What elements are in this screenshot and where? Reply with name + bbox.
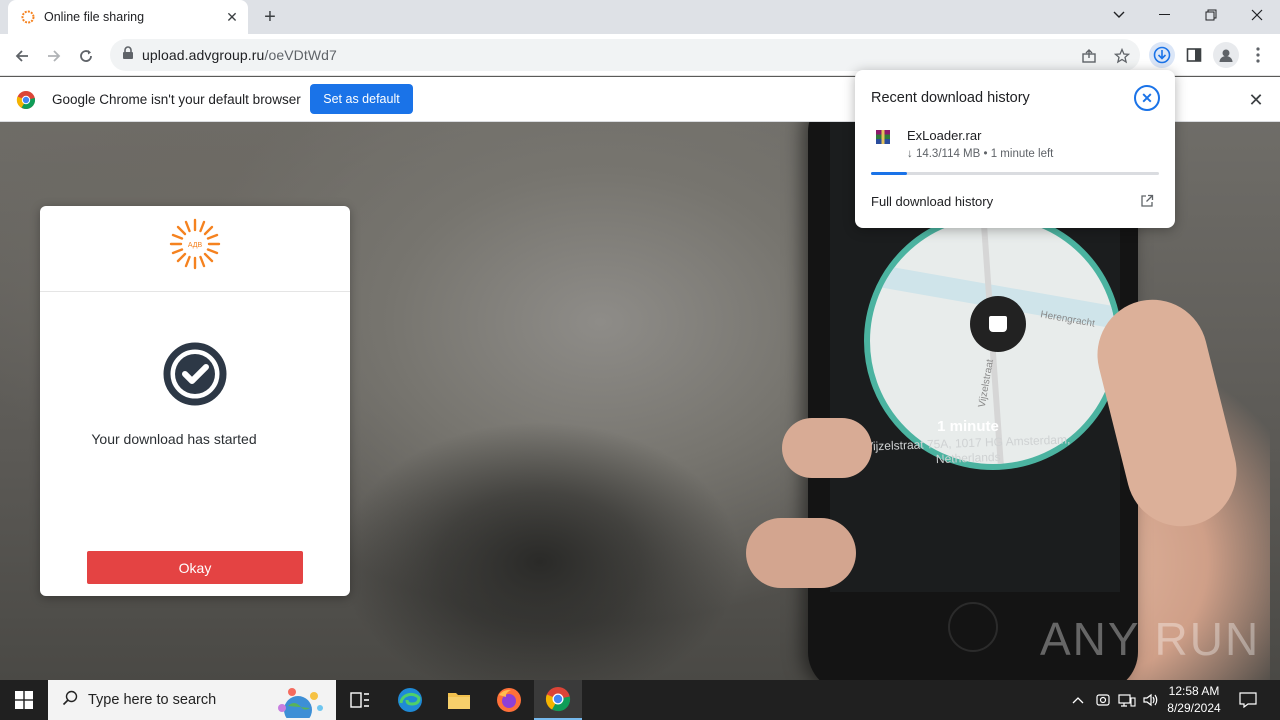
minimize-button[interactable] xyxy=(1142,0,1188,30)
file-explorer-icon[interactable] xyxy=(435,680,483,720)
windows-start-icon[interactable] xyxy=(0,680,48,720)
url-text: upload.advgroup.ru/oeVDtWd7 xyxy=(142,47,337,63)
tray-chevron-up-icon[interactable] xyxy=(1068,680,1088,720)
tab-search-chevron-icon[interactable] xyxy=(1096,0,1142,30)
lock-icon[interactable] xyxy=(122,45,134,65)
download-progress-fill xyxy=(871,172,907,175)
background-finger xyxy=(746,518,856,588)
taskbar-clock[interactable]: 12:58 AM 8/29/2024 xyxy=(1160,683,1228,717)
taskbar-search-box[interactable]: Type here to search xyxy=(48,680,336,720)
okay-button[interactable]: Okay xyxy=(87,551,303,584)
search-icon xyxy=(62,690,78,711)
infobar-message: Google Chrome isn't your default browser xyxy=(52,92,301,107)
download-file-status: ↓ 14.3/114 MB • 1 minute left xyxy=(907,148,1054,160)
tray-meet-icon[interactable] xyxy=(1092,680,1114,720)
download-bubble: Recent download history ✕ ExLoader.rar ↓… xyxy=(855,70,1175,228)
download-icon[interactable] xyxy=(1149,42,1175,68)
download-started-message: Your download has started xyxy=(91,431,257,447)
dialog-header: АДВ xyxy=(40,206,350,292)
close-window-button[interactable] xyxy=(1234,0,1280,30)
phone-home-button xyxy=(948,602,998,652)
back-button[interactable] xyxy=(8,42,36,70)
notification-center-icon[interactable] xyxy=(1234,680,1262,720)
network-icon[interactable] xyxy=(1116,680,1138,720)
check-circle-icon xyxy=(163,342,227,406)
set-as-default-button[interactable]: Set as default xyxy=(310,84,413,114)
search-highlight-earth-icon xyxy=(262,684,328,720)
open-in-new-icon[interactable] xyxy=(1140,194,1154,208)
browser-tab-active[interactable]: Online file sharing ✕ xyxy=(8,0,248,34)
infobar-close-icon[interactable]: ✕ xyxy=(1246,90,1266,110)
browser-titlebar: Online file sharing ✕ + xyxy=(0,0,1280,34)
adv-sun-logo-icon: АДВ xyxy=(168,217,222,271)
restore-button[interactable] xyxy=(1188,0,1234,30)
task-view-icon[interactable] xyxy=(336,680,384,720)
clock-date: 8/29/2024 xyxy=(1167,701,1221,715)
background-finger xyxy=(782,418,872,478)
shopping-bag-pin-icon xyxy=(970,296,1026,352)
download-started-dialog: АДВ Your download has started Okay xyxy=(40,206,350,596)
menu-kebab-icon[interactable] xyxy=(1245,42,1271,68)
download-bubble-close-icon[interactable]: ✕ xyxy=(1134,85,1160,111)
volume-icon[interactable] xyxy=(1140,680,1162,720)
bookmark-star-icon[interactable] xyxy=(1113,47,1131,65)
svg-text:АДВ: АДВ xyxy=(188,242,203,249)
clock-time: 12:58 AM xyxy=(1168,684,1220,698)
download-progress-bar xyxy=(871,172,1159,175)
address-bar[interactable]: upload.advgroup.ru/oeVDtWd7 xyxy=(110,39,1140,71)
profile-avatar-icon[interactable] xyxy=(1213,42,1239,68)
side-panel-icon[interactable] xyxy=(1181,42,1207,68)
anyrun-watermark: ANY RUN xyxy=(1040,613,1261,665)
chrome-logo-icon xyxy=(16,90,36,110)
windows-taskbar: Type here to search 12:58 AM 8/29/2024 xyxy=(0,680,1280,720)
chrome-taskbar-icon[interactable] xyxy=(534,680,582,720)
download-bubble-title: Recent download history xyxy=(871,90,1030,106)
sun-favicon-icon xyxy=(20,9,36,25)
full-download-history-link[interactable]: Full download history xyxy=(871,194,993,209)
firefox-icon[interactable] xyxy=(485,680,533,720)
reload-button[interactable] xyxy=(72,42,100,70)
share-icon[interactable] xyxy=(1080,47,1098,65)
rar-archive-icon xyxy=(875,129,891,145)
download-file-name[interactable]: ExLoader.rar xyxy=(907,128,981,143)
new-tab-button[interactable]: + xyxy=(258,6,282,28)
tab-title: Online file sharing xyxy=(44,10,145,24)
search-placeholder: Type here to search xyxy=(88,692,217,708)
forward-button[interactable] xyxy=(40,42,68,70)
tab-close-icon[interactable]: ✕ xyxy=(222,7,242,27)
edge-browser-icon[interactable] xyxy=(386,680,434,720)
